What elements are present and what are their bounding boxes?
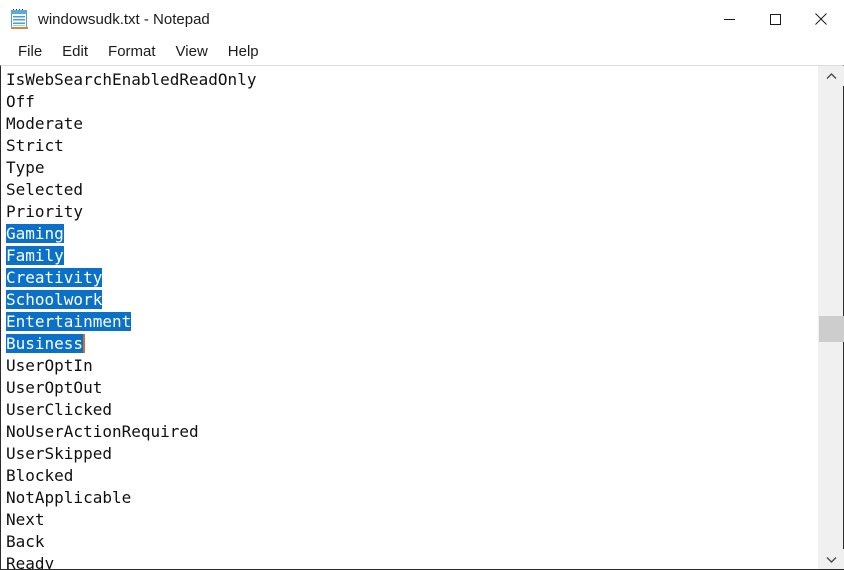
text-editor[interactable]: IsWebSearchEnabledReadOnly Off Moderate Str… xyxy=(1,66,818,569)
maximize-button[interactable] xyxy=(752,0,798,38)
client-area: IsWebSearchEnabledReadOnly Off Moderate Str… xyxy=(0,65,844,570)
editor-line-text: Selected xyxy=(6,180,84,199)
title-bar-left: windowsudk.txt - Notepad xyxy=(0,9,706,29)
scroll-up-button[interactable] xyxy=(819,66,844,86)
editor-line-text: UserSkipped xyxy=(6,444,112,463)
editor-line[interactable]: Selected xyxy=(1,179,818,201)
editor-line-text: Schoolwork xyxy=(6,290,103,309)
editor-line-text: Off xyxy=(6,92,35,111)
editor-line[interactable]: UserOptOut xyxy=(1,377,818,399)
editor-line-text: IsWebSearchEnabledReadOnly xyxy=(6,70,257,89)
editor-line-text: NoUserActionRequired xyxy=(6,422,199,441)
editor-line-text: Next xyxy=(6,510,45,529)
editor-line[interactable]: Business xyxy=(1,333,818,355)
editor-line-text: NotApplicable xyxy=(6,488,132,507)
window-title: windowsudk.txt - Notepad xyxy=(38,10,210,28)
editor-line[interactable]: Creativity xyxy=(1,267,818,289)
vertical-scrollbar[interactable] xyxy=(818,66,844,569)
editor-line[interactable]: Entertainment xyxy=(1,311,818,333)
title-bar: windowsudk.txt - Notepad xyxy=(0,0,844,38)
minimize-button[interactable] xyxy=(706,0,752,38)
notepad-icon-top xyxy=(11,10,27,14)
menu-item-format[interactable]: Format xyxy=(98,41,166,63)
editor-line[interactable]: Type xyxy=(1,157,818,179)
close-icon xyxy=(815,13,827,25)
editor-line-text: Strict xyxy=(6,136,64,155)
editor-line[interactable]: Moderate xyxy=(1,113,818,135)
editor-line[interactable]: UserOptIn xyxy=(1,355,818,377)
editor-line-text: Ready xyxy=(6,554,55,569)
editor-line-text: Family xyxy=(6,246,64,265)
menu-item-help[interactable]: Help xyxy=(218,41,269,63)
editor-line[interactable]: NotApplicable xyxy=(1,487,818,509)
minimize-icon xyxy=(723,18,735,20)
editor-line[interactable]: UserSkipped xyxy=(1,443,818,465)
editor-line[interactable]: NoUserActionRequired xyxy=(1,421,818,443)
editor-line-text: Priority xyxy=(6,202,84,221)
editor-line[interactable]: IsWebSearchEnabledReadOnly xyxy=(1,69,818,91)
menu-item-edit[interactable]: Edit xyxy=(52,41,98,63)
editor-line[interactable]: Strict xyxy=(1,135,818,157)
editor-line-text: UserOptIn xyxy=(6,356,93,375)
scrollbar-thumb[interactable] xyxy=(819,316,844,342)
scroll-down-button[interactable] xyxy=(819,549,844,569)
editor-line-text: UserOptOut xyxy=(6,378,103,397)
editor-line[interactable]: Blocked xyxy=(1,465,818,487)
editor-line-text: Back xyxy=(6,532,45,551)
window-controls xyxy=(706,0,844,38)
menu-item-file[interactable]: File xyxy=(8,41,52,63)
editor-line[interactable]: Next xyxy=(1,509,818,531)
editor-line[interactable]: Family xyxy=(1,245,818,267)
editor-line-text: Business xyxy=(6,334,84,353)
editor-line[interactable]: Back xyxy=(1,531,818,553)
maximize-icon xyxy=(769,13,781,25)
scroll-up-arrow-icon xyxy=(826,72,837,79)
scrollbar-track[interactable] xyxy=(819,86,844,549)
notepad-window: windowsudk.txt - Notepad File Edit Forma… xyxy=(0,0,844,570)
close-button[interactable] xyxy=(798,0,844,38)
editor-line[interactable]: Schoolwork xyxy=(1,289,818,311)
editor-line-text: Creativity xyxy=(6,268,103,287)
scroll-down-arrow-icon xyxy=(826,556,837,563)
editor-line[interactable]: UserClicked xyxy=(1,399,818,421)
text-caret xyxy=(83,334,86,353)
editor-line-text: UserClicked xyxy=(6,400,112,419)
editor-line-text: Gaming xyxy=(6,224,64,243)
notepad-icon-lines xyxy=(13,16,25,26)
notepad-icon xyxy=(9,9,29,29)
editor-line-text: Moderate xyxy=(6,114,84,133)
editor-line[interactable]: Gaming xyxy=(1,223,818,245)
editor-line[interactable]: Off xyxy=(1,91,818,113)
editor-line[interactable]: Ready xyxy=(1,553,818,569)
editor-line-text: Blocked xyxy=(6,466,74,485)
menu-item-view[interactable]: View xyxy=(166,41,218,63)
editor-line-text: Entertainment xyxy=(6,312,132,331)
editor-line-text: Type xyxy=(6,158,45,177)
editor-line[interactable]: Priority xyxy=(1,201,818,223)
menu-bar: File Edit Format View Help xyxy=(0,38,844,65)
notepad-icon-base xyxy=(11,27,28,29)
